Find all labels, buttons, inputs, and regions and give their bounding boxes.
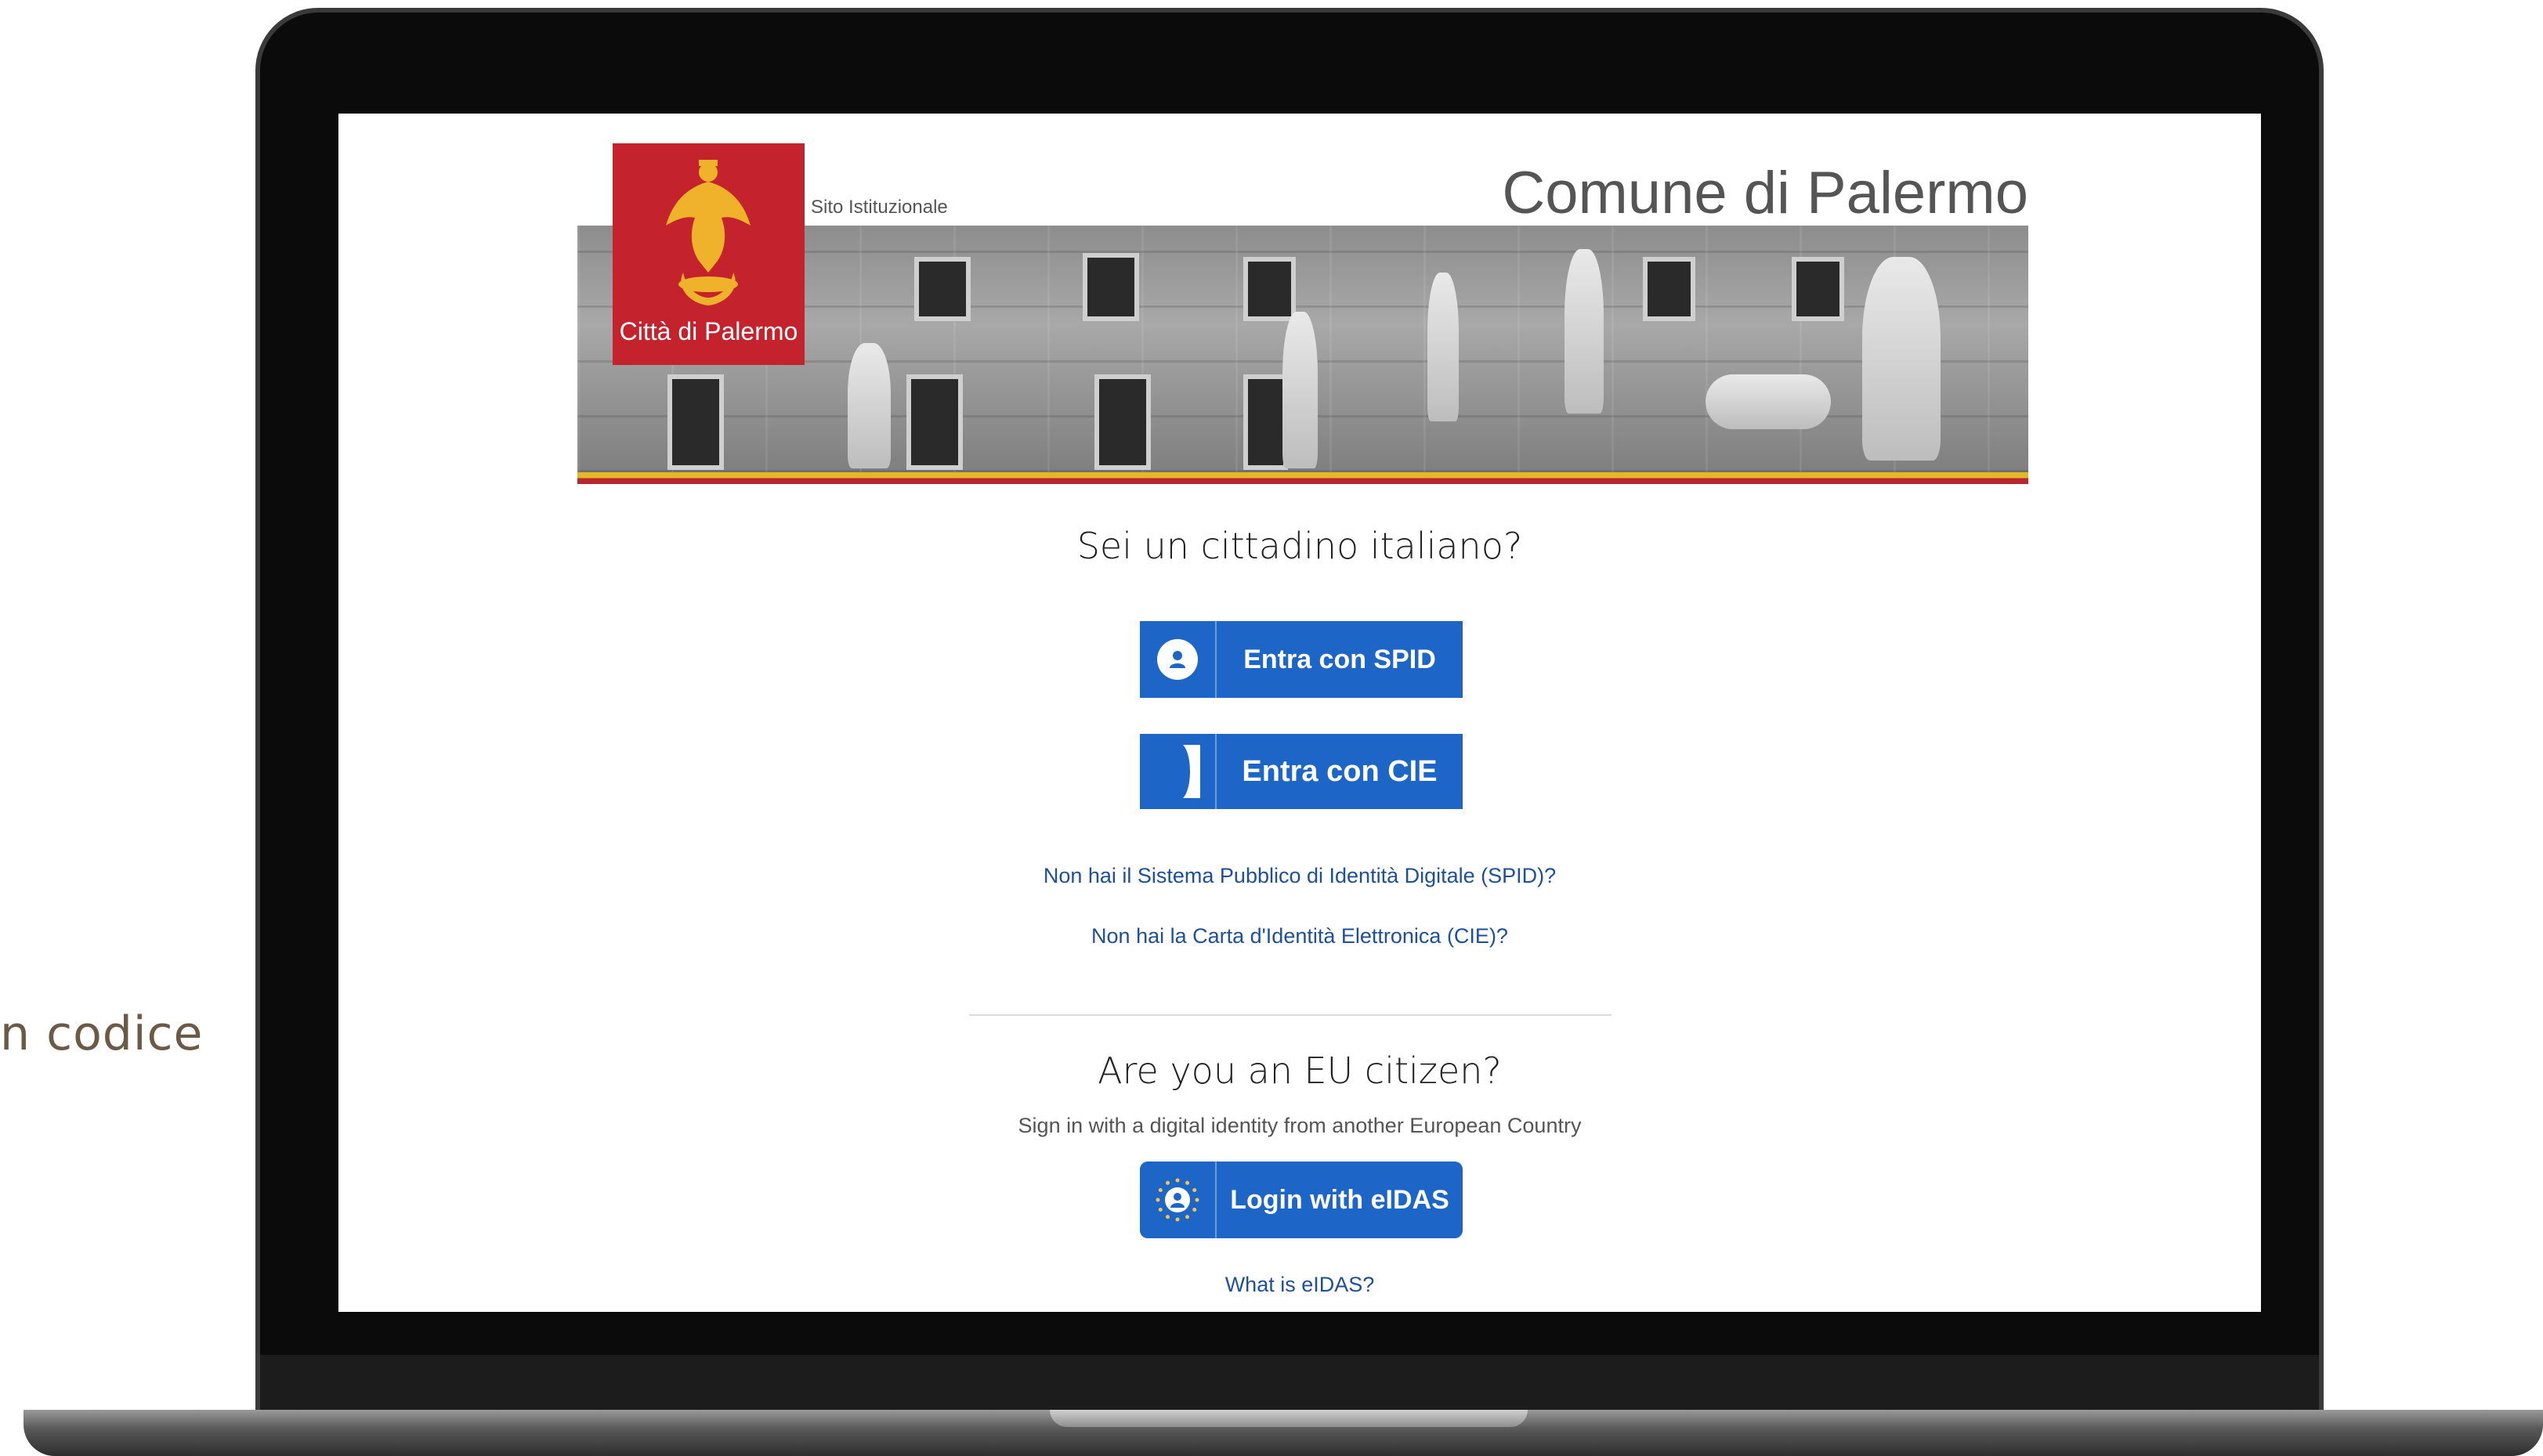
statue-shape — [848, 343, 891, 468]
statue-shape — [1862, 257, 1941, 461]
window-shape — [1094, 374, 1151, 470]
user-icon — [1157, 639, 1198, 680]
statue-shape — [1427, 273, 1459, 421]
cie-login-button[interactable]: Entra con CIE — [1140, 734, 1463, 809]
cie-info-link[interactable]: Non hai la Carta d'Identità Elettronica … — [338, 924, 2261, 948]
cie-button-label: Entra con CIE — [1242, 754, 1438, 788]
eu-stars-icon — [1156, 1178, 1199, 1222]
statue-shape — [1565, 249, 1604, 414]
window-shape — [1643, 257, 1695, 321]
browser-screen: Città di Palermo Sito Istituzionale Comu… — [338, 114, 2261, 1312]
spid-icon-wrap — [1140, 621, 1217, 698]
italian-question: Sei un cittadino italiano? — [1076, 525, 1523, 567]
window-shape — [1792, 257, 1844, 321]
city-emblem: Città di Palermo — [613, 143, 805, 365]
eu-question: Are you an EU citizen? — [1098, 1050, 1502, 1092]
window-shape — [1083, 253, 1139, 321]
window-shape — [906, 374, 963, 470]
eidas-info-link[interactable]: What is eIDAS? — [338, 1273, 2261, 1297]
eidas-login-button[interactable]: Login with eIDAS — [1140, 1162, 1463, 1238]
spid-button-label: Entra con SPID — [1243, 644, 1436, 674]
window-shape — [1243, 374, 1288, 470]
window-shape — [1243, 257, 1296, 321]
emblem-label: Città di Palermo — [619, 317, 798, 345]
cie-id-icon — [1183, 745, 1200, 798]
cie-icon-wrap — [1140, 734, 1217, 809]
spid-login-button[interactable]: Entra con SPID — [1140, 621, 1463, 698]
statue-shape — [1282, 312, 1318, 468]
site-title: Comune di Palermo — [1502, 160, 2028, 226]
eidas-icon-wrap — [1140, 1162, 1217, 1238]
spid-info-link[interactable]: Non hai il Sistema Pubblico di Identità … — [338, 864, 2261, 888]
site-label: Sito Istituzionale — [811, 197, 948, 218]
window-shape — [914, 257, 971, 321]
section-divider — [969, 1014, 1612, 1016]
window-shape — [667, 374, 724, 470]
eidas-button-label: Login with eIDAS — [1230, 1184, 1449, 1215]
header-stripes — [577, 472, 2028, 484]
statue-shape — [1706, 374, 1831, 429]
side-caption: n codice — [0, 1006, 204, 1061]
eagle-icon — [666, 160, 751, 305]
laptop-notch — [1050, 1410, 1528, 1427]
eu-subtitle: Sign in with a digital identity from ano… — [1018, 1114, 1582, 1137]
site-header: Città di Palermo Sito Istituzionale Comu… — [577, 143, 2028, 484]
